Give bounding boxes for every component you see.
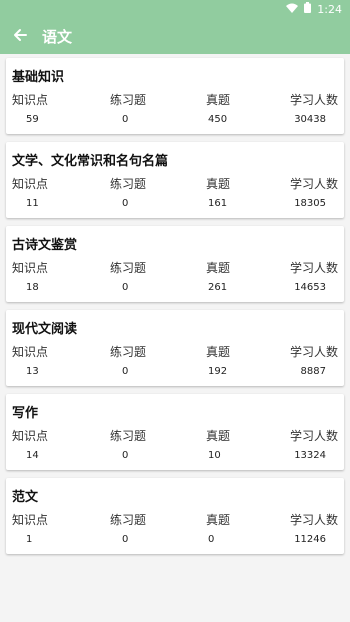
header-learners: 学习人数 [289,513,338,527]
category-card[interactable]: 古诗文鉴赏 知识点 练习题 真题 学习人数 18 0 261 14653 [6,226,344,302]
learners-count: 13324 [294,450,326,461]
learners-count: 8887 [300,366,326,377]
header-exercises: 练习题 [110,93,147,107]
page-title: 语文 [42,27,73,46]
status-bar: 1:24 [0,0,350,18]
category-card[interactable]: 范文 知识点 练习题 真题 学习人数 1 0 0 11246 [6,478,344,554]
header-exercises: 练习题 [110,429,147,443]
knowledge-points-count: 18 [26,282,39,293]
header-learners: 学习人数 [289,177,338,191]
header-knowledge-points: 知识点 [12,93,49,107]
card-title: 文学、文化常识和名句名篇 [12,154,169,169]
status-icons: 1:24 [286,2,342,16]
header-knowledge-points: 知识点 [12,177,49,191]
exercises-count: 0 [122,198,129,209]
header-learners: 学习人数 [289,93,338,107]
real-questions-count: 10 [208,450,221,461]
header-real-questions: 真题 [206,429,231,443]
back-button[interactable] [0,18,40,54]
battery-icon [304,2,312,16]
knowledge-points-count: 14 [26,450,39,461]
card-title: 范文 [12,490,39,505]
exercises-count: 0 [122,534,129,545]
header-real-questions: 真题 [206,261,231,275]
status-time: 1:24 [317,2,342,16]
category-card[interactable]: 基础知识 知识点 练习题 真题 学习人数 59 0 450 30438 [6,58,344,134]
exercises-count: 0 [122,114,129,125]
header-exercises: 练习题 [110,177,147,191]
real-questions-count: 192 [208,366,228,377]
learners-count: 11246 [294,534,326,545]
learners-count: 30438 [294,114,326,125]
header-knowledge-points: 知识点 [12,429,49,443]
card-title: 古诗文鉴赏 [12,238,78,253]
learners-count: 14653 [294,282,326,293]
header-knowledge-points: 知识点 [12,261,49,275]
exercises-count: 0 [122,366,129,377]
knowledge-points-count: 59 [26,114,39,125]
knowledge-points-count: 11 [26,198,39,209]
header-learners: 学习人数 [289,261,338,275]
header-exercises: 练习题 [110,345,147,359]
header-real-questions: 真题 [206,513,231,527]
header-real-questions: 真题 [206,345,231,359]
category-card[interactable]: 写作 知识点 练习题 真题 学习人数 14 0 10 13324 [6,394,344,470]
card-title: 写作 [12,406,39,421]
header-knowledge-points: 知识点 [12,345,49,359]
header-real-questions: 真题 [206,93,231,107]
category-list: 基础知识 知识点 练习题 真题 学习人数 59 0 450 30438 文学、文… [0,54,350,562]
header-exercises: 练习题 [110,261,147,275]
header-learners: 学习人数 [289,429,338,443]
category-card[interactable]: 现代文阅读 知识点 练习题 真题 学习人数 13 0 192 8887 [6,310,344,386]
header-learners: 学习人数 [289,345,338,359]
exercises-count: 0 [122,450,129,461]
header-exercises: 练习题 [110,513,147,527]
arrow-left-icon [13,27,27,46]
real-questions-count: 161 [208,198,228,209]
header-knowledge-points: 知识点 [12,513,49,527]
knowledge-points-count: 13 [26,366,39,377]
card-title: 现代文阅读 [12,322,78,337]
card-title: 基础知识 [12,70,65,85]
category-card[interactable]: 文学、文化常识和名句名篇 知识点 练习题 真题 学习人数 11 0 161 18… [6,142,344,218]
knowledge-points-count: 1 [26,534,33,545]
exercises-count: 0 [122,282,129,293]
real-questions-count: 261 [208,282,228,293]
header-real-questions: 真题 [206,177,231,191]
real-questions-count: 450 [208,114,228,125]
real-questions-count: 0 [208,534,215,545]
app-bar: 语文 [0,18,350,54]
learners-count: 18305 [294,198,326,209]
wifi-icon [286,3,299,16]
